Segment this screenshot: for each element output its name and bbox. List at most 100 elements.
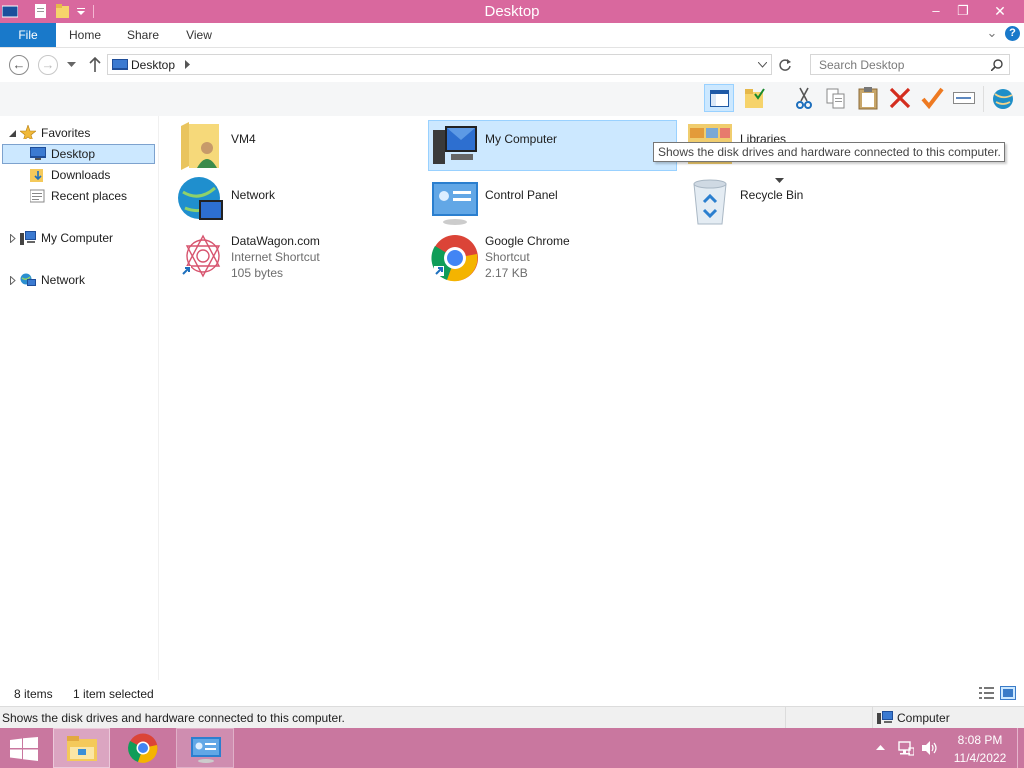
new-folder-icon[interactable] (56, 4, 70, 19)
zone-label: Computer (897, 711, 950, 725)
help-button[interactable]: ? (1005, 26, 1020, 41)
nav-item-my-computer[interactable]: My Computer (20, 228, 150, 248)
search-icon[interactable] (991, 59, 1003, 71)
clock-time[interactable]: 8:08 PM (948, 733, 1012, 747)
chrome-icon (431, 235, 478, 282)
nav-label: My Computer (41, 231, 114, 245)
taskbar-chrome[interactable] (118, 728, 170, 768)
item-name: Google Chrome (485, 234, 570, 248)
tab-home[interactable]: Home (62, 23, 108, 47)
item-vm4[interactable]: VM4 (177, 120, 417, 172)
large-icons-view-icon[interactable] (1000, 686, 1016, 700)
star-icon (20, 125, 36, 139)
forward-button[interactable]: → (38, 55, 58, 75)
computer-icon (20, 231, 36, 245)
clock-date[interactable]: 11/4/2022 (948, 751, 1012, 765)
item-google-chrome[interactable]: Google Chrome Shortcut 2.17 KB (431, 232, 671, 284)
item-name: Recycle Bin (740, 188, 804, 202)
network-globe-icon[interactable] (990, 86, 1014, 110)
address-bar[interactable]: Desktop (107, 54, 772, 75)
item-name: Network (231, 188, 276, 202)
up-arrow-icon[interactable] (88, 57, 102, 73)
toolbar-divider (983, 86, 984, 112)
volume-icon[interactable] (922, 741, 938, 755)
close-button[interactable]: ✕ (978, 0, 1022, 22)
search-placeholder: Search Desktop (819, 58, 905, 72)
command-toolbar (0, 82, 1024, 183)
nav-label: Desktop (51, 147, 96, 161)
item-datawagon[interactable]: DataWagon.com Internet Shortcut 105 byte… (177, 232, 417, 284)
nav-item-recent-places[interactable]: Recent places (30, 186, 155, 206)
collapse-favorites-icon[interactable] (9, 130, 17, 138)
address-location[interactable]: Desktop (131, 58, 175, 72)
show-desktop-button[interactable] (1017, 728, 1018, 768)
item-size: 105 bytes (231, 266, 284, 280)
checkmark-icon[interactable] (920, 86, 944, 110)
expand-network-icon[interactable] (10, 276, 16, 285)
item-name: VM4 (231, 132, 256, 146)
tooltip: Shows the disk drives and hardware conne… (653, 142, 1005, 162)
status-divider (785, 707, 786, 729)
tab-view[interactable]: View (178, 23, 220, 47)
navigation-pane: Favorites Desktop Downloads Recent place… (0, 116, 159, 680)
tab-share[interactable]: Share (120, 23, 166, 47)
copy-icon[interactable] (824, 86, 848, 110)
item-recycle-bin[interactable]: Recycle Bin (686, 176, 926, 228)
recent-locations-icon[interactable] (67, 62, 76, 68)
item-name: My Computer (485, 132, 558, 146)
breadcrumb-chevron-icon[interactable] (185, 60, 191, 69)
tab-file[interactable]: File (0, 23, 56, 47)
control-panel-icon (191, 737, 221, 763)
minimize-button[interactable]: – (922, 0, 950, 22)
nav-item-downloads[interactable]: Downloads (30, 165, 150, 185)
file-explorer-icon (67, 736, 97, 761)
properties-icon[interactable] (34, 4, 47, 19)
nav-item-desktop[interactable]: Desktop (2, 144, 155, 164)
selection-count: 1 item selected (73, 687, 154, 701)
expand-my-computer-icon[interactable] (10, 234, 16, 243)
recycle-bin-icon (693, 179, 727, 225)
delete-icon[interactable] (888, 86, 912, 110)
nav-label: Favorites (41, 126, 91, 140)
nav-label: Network (41, 273, 86, 287)
computer-icon (433, 126, 477, 164)
preview-pane-button[interactable] (704, 84, 734, 112)
details-view-icon[interactable] (979, 687, 994, 699)
ribbon-expand-button[interactable]: ⌄ (984, 25, 1000, 43)
taskbar-control-panel[interactable] (176, 728, 234, 768)
item-size: 2.17 KB (485, 266, 528, 280)
ribbon-tabs: File Home Share View ⌄ ? (0, 23, 1024, 48)
back-button[interactable]: ← (9, 55, 29, 75)
search-input[interactable]: Search Desktop (810, 54, 1010, 75)
qat-divider (93, 5, 94, 18)
folder-options-icon[interactable] (743, 86, 767, 110)
item-network[interactable]: Network (177, 176, 417, 228)
control-panel-icon (432, 182, 478, 225)
title-bar: Desktop – ❐ ✕ (0, 0, 1024, 23)
nav-label: Recent places (51, 189, 128, 203)
status-bar: 8 items 1 item selected (0, 683, 1024, 705)
item-control-panel[interactable]: Control Panel (431, 176, 671, 228)
paste-icon[interactable] (856, 86, 880, 110)
network-status-icon[interactable] (898, 740, 914, 756)
nav-item-network[interactable]: Network (20, 270, 150, 290)
refresh-icon[interactable] (778, 58, 792, 72)
cut-icon[interactable] (792, 86, 816, 110)
taskbar-file-explorer[interactable] (53, 728, 110, 768)
window-title: Desktop (484, 3, 540, 20)
window-icon[interactable] (2, 5, 18, 18)
desktop-icon (30, 147, 46, 160)
status-divider (872, 707, 873, 729)
windows-logo-icon (10, 737, 38, 761)
address-dropdown-icon[interactable] (758, 62, 767, 68)
preview-pane-icon (710, 90, 729, 107)
start-button[interactable] (0, 728, 48, 768)
customize-qat-icon[interactable] (76, 8, 86, 16)
rename-icon[interactable] (952, 86, 976, 110)
item-type: Internet Shortcut (231, 250, 320, 264)
network-icon (20, 273, 36, 286)
nav-item-favorites[interactable]: Favorites (20, 123, 150, 143)
show-hidden-icons-icon[interactable] (876, 744, 885, 751)
restore-button[interactable]: ❐ (950, 0, 976, 22)
item-my-computer[interactable]: My Computer (431, 120, 671, 172)
